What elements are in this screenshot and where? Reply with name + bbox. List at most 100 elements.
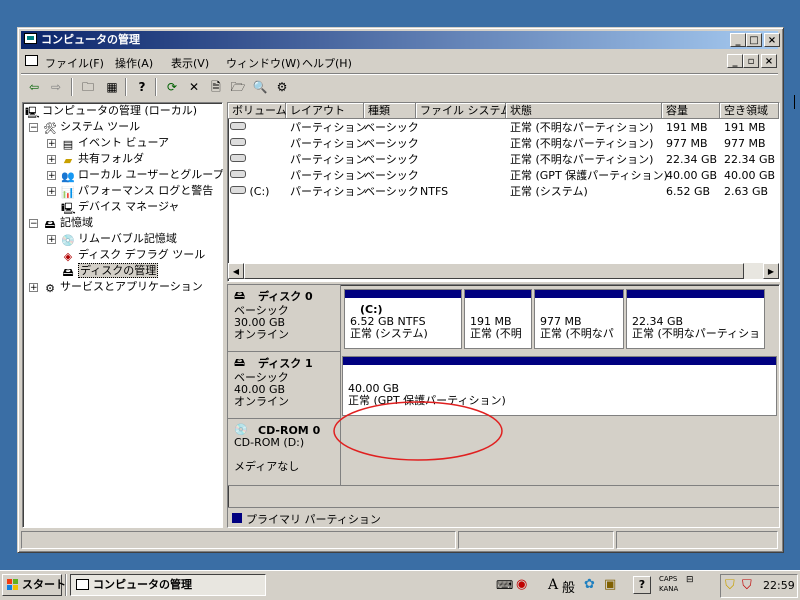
app-icon [24, 33, 37, 44]
primary-legend-swatch [232, 513, 242, 523]
scroll-right-button[interactable]: ▶ [763, 263, 779, 279]
tree-shared-folders[interactable]: ▰ 共有フォルダ [61, 151, 144, 167]
ime-dictionary-icon[interactable]: ✿ [584, 577, 595, 592]
ime-help-button[interactable]: ? [633, 576, 651, 594]
disk0-partition-22gb[interactable]: 22.34 GB 正常 (不明なパーティショ [626, 289, 765, 349]
col-status[interactable]: 状態 [506, 103, 662, 119]
scroll-thumb[interactable] [244, 263, 744, 279]
event-viewer-expand-icon[interactable]: + [47, 139, 56, 149]
row-capacity: 6.52 GB [666, 185, 711, 198]
table-row[interactable]: パーティション ベーシック 正常 (不明なパーティション) 191 MB 191… [228, 120, 779, 136]
show-hide-tree-icon[interactable]: ▦ [103, 78, 121, 96]
volume-icon [230, 186, 246, 194]
horizontal-scrollbar[interactable]: ◀ ▶ [228, 263, 779, 279]
ime-drag-icon[interactable]: ⌨ [496, 578, 513, 592]
services-icon: ⚙ [45, 282, 55, 295]
row-layout: パーティション [290, 137, 367, 150]
local-users-expand-icon[interactable]: + [47, 171, 56, 181]
menu-help[interactable]: ヘルプ(H) [302, 55, 352, 71]
up-folder-icon[interactable]: 🗀 [79, 78, 97, 96]
tree-root[interactable]: 🖳 コンピュータの管理 (ローカル) [25, 103, 197, 119]
disk-icon: 🖴 [234, 356, 246, 369]
performance-expand-icon[interactable]: + [47, 187, 56, 197]
security-shield-icon[interactable]: ⛉ [725, 578, 735, 593]
mdi-minimize-button[interactable]: _ [727, 54, 743, 68]
disk0-partition-191mb[interactable]: 191 MB 正常 (不明 [464, 289, 532, 349]
maximize-button[interactable]: □ [746, 33, 762, 47]
shared-folders-expand-icon[interactable]: + [47, 155, 56, 165]
table-row[interactable]: パーティション ベーシック 正常 (GPT 保護パーティション) 40.00 G… [228, 168, 779, 184]
col-filesystem[interactable]: ファイル システム [416, 103, 511, 119]
volume-list-pane[interactable]: ボリューム レイアウト 種類 ファイル システム 状態 容量 空き領域 パーティ… [227, 102, 780, 282]
mdi-close-button[interactable]: × [761, 54, 777, 68]
disk0-partition-977mb[interactable]: 977 MB 正常 (不明なパ [534, 289, 624, 349]
forward-arrow-icon[interactable]: ⇨ [47, 78, 65, 96]
refresh-icon[interactable]: ⟳ [163, 78, 181, 96]
menu-window[interactable]: ウィンドウ(W) [226, 55, 300, 71]
disk1-label-panel[interactable]: 🖴 ディスク 1 ベーシック 40.00 GB オンライン [228, 352, 341, 419]
removable-expand-icon[interactable]: + [47, 235, 56, 245]
tree-system-tools[interactable]: 🛠 システム ツール [43, 119, 140, 135]
tree-device-manager[interactable]: 🖳 デバイス マネージャ [61, 199, 179, 215]
row-status: 正常 (不明なパーティション) [510, 153, 654, 166]
disk0-partition-c[interactable]: (C:) 6.52 GB NTFS 正常 (システム) [344, 289, 462, 349]
col-volume[interactable]: ボリューム [228, 103, 287, 119]
ime-tool-icon[interactable]: ▣ [604, 577, 616, 592]
open-folder-icon[interactable]: 🗁 [229, 78, 247, 96]
table-row[interactable]: パーティション ベーシック 正常 (不明なパーティション) 977 MB 977… [228, 136, 779, 152]
partition-status: 正常 (システム) [350, 327, 428, 340]
ime-options-icon[interactable]: ⊟ [686, 575, 694, 585]
mdi-restore-button[interactable]: ▫ [743, 54, 759, 68]
row-type: ベーシック [364, 121, 419, 134]
disk-graphic-pane[interactable]: 🖴 ディスク 0 ベーシック 30.00 GB オンライン (C:) 6.52 … [227, 284, 780, 528]
ime-conversion-mode[interactable]: 般 [562, 577, 575, 596]
cdrom0-label-panel[interactable]: 💿 CD-ROM 0 CD-ROM (D:) メディアなし [228, 419, 341, 486]
ime-input-mode[interactable]: A [548, 577, 558, 593]
col-free[interactable]: 空き領域 [720, 103, 779, 119]
security-alert-icon[interactable]: ⛉ [742, 578, 752, 593]
row-type: ベーシック [364, 153, 419, 166]
col-layout[interactable]: レイアウト [286, 103, 364, 119]
help-icon[interactable]: ? [133, 78, 151, 96]
table-row[interactable]: (C:) パーティション ベーシック NTFS 正常 (システム) 6.52 G… [228, 184, 779, 200]
menu-action[interactable]: 操作(A) [115, 55, 153, 71]
menu-view[interactable]: 表示(V) [171, 55, 209, 71]
window-title: コンピュータの管理 [41, 33, 140, 46]
computer-icon: 🖳 [25, 106, 40, 119]
menu-file[interactable]: ファイル(F) [45, 55, 104, 71]
delete-icon[interactable]: ✕ [185, 78, 203, 96]
tree-services[interactable]: ⚙ サービスとアプリケーション [43, 279, 203, 295]
taskbar-task-computer-management[interactable]: コンピュータの管理 [70, 574, 266, 596]
clock[interactable]: 22:59 [763, 579, 795, 592]
col-type[interactable]: 種類 [364, 103, 416, 119]
tree-removable[interactable]: 💿 リムーバブル記憶域 [61, 231, 177, 247]
tree-pane[interactable]: 🖳 コンピュータの管理 (ローカル) − 🛠 システム ツール + ▤ イベント ビュ… [22, 102, 224, 528]
tree-event-viewer[interactable]: ▤ イベント ビューア [61, 135, 169, 151]
performance-icon: 📊 [61, 186, 75, 199]
system-tools-collapse-icon[interactable]: − [29, 123, 38, 133]
search-icon[interactable]: 🔍 [251, 78, 269, 96]
tree-storage[interactable]: 🖴 記憶域 [43, 215, 93, 231]
scroll-left-button[interactable]: ◀ [228, 263, 244, 279]
properties-icon[interactable]: 🗎 [207, 78, 225, 96]
ime-globe-icon[interactable]: ◉ [516, 577, 527, 592]
disk0-label-panel[interactable]: 🖴 ディスク 0 ベーシック 30.00 GB オンライン [228, 285, 341, 352]
local-users-label: ローカル ユーザーとグループ [78, 168, 224, 181]
close-button[interactable]: × [764, 33, 780, 47]
tree-disk-management[interactable]: 🖴 ディスクの管理 [61, 263, 159, 279]
tree-performance[interactable]: 📊 パフォーマンス ログと警告 [61, 183, 213, 199]
services-expand-icon[interactable]: + [29, 283, 38, 293]
taskbar-divider [65, 574, 67, 596]
tree-local-users[interactable]: 👥 ローカル ユーザーとグループ [61, 167, 224, 183]
storage-collapse-icon[interactable]: − [29, 219, 38, 229]
minimize-button[interactable]: _ [730, 33, 746, 47]
settings-icon[interactable]: ⚙ [273, 78, 291, 96]
col-capacity[interactable]: 容量 [662, 103, 720, 119]
back-arrow-icon[interactable]: ⇦ [25, 78, 43, 96]
row-type: ベーシック [364, 137, 419, 150]
table-row[interactable]: パーティション ベーシック 正常 (不明なパーティション) 22.34 GB 2… [228, 152, 779, 168]
title-bar[interactable]: コンピュータの管理 _ □ × [21, 31, 780, 49]
start-button[interactable]: スタート [2, 574, 66, 596]
annotation-ellipse-shape [333, 401, 503, 461]
tree-defrag[interactable]: ◈ ディスク デフラグ ツール [61, 247, 205, 263]
